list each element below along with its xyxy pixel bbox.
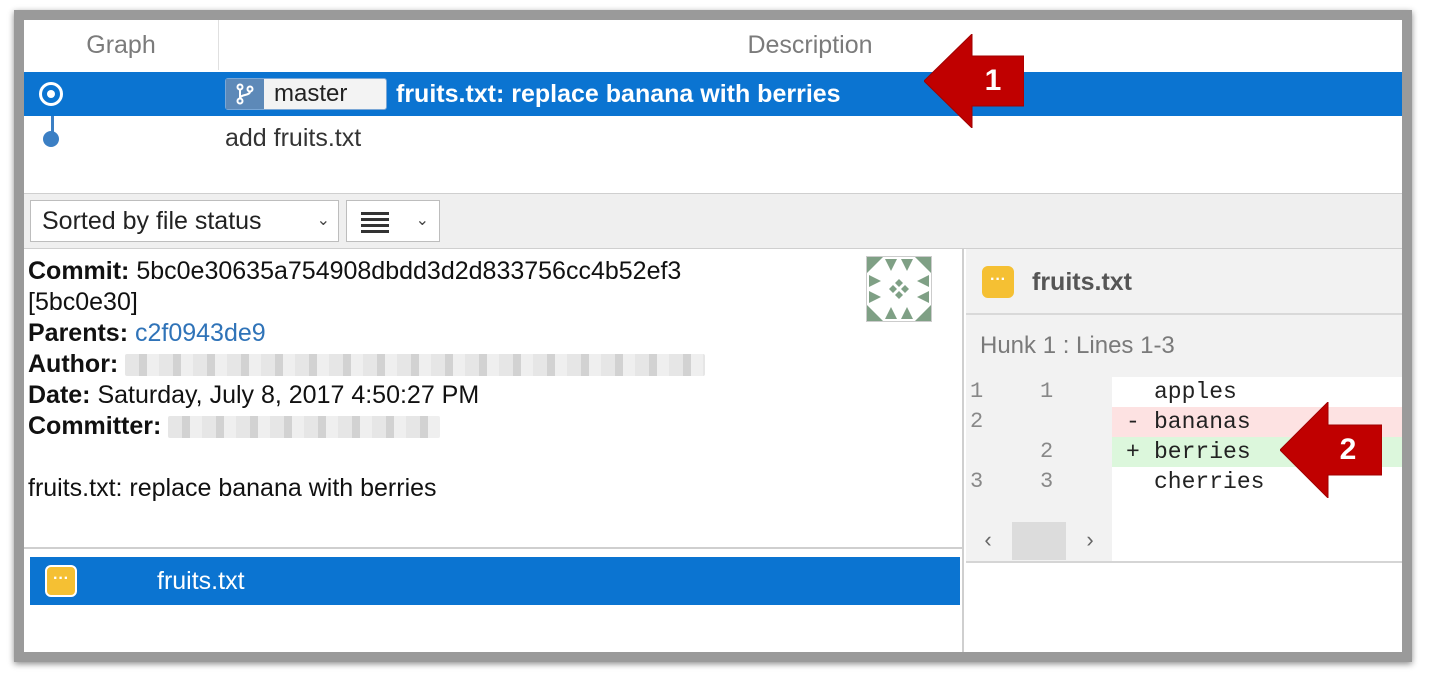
view-mode-dropdown[interactable]: ⌄ [346, 200, 440, 242]
hunk-label: Hunk 1 : Lines 1-3 [980, 332, 1175, 359]
line-number-gutter: 1 1 2 2 3 3 ‹ › [966, 377, 1113, 561]
chevron-down-icon: ⌄ [316, 212, 330, 229]
new-line-number: 2 [1040, 439, 1054, 464]
branch-icon [226, 79, 264, 109]
callout-number: 1 [984, 64, 1002, 97]
commit-line: Commit: 5bc0e30635a754908dbdd3d2d833756c… [28, 257, 681, 286]
author-redacted [125, 354, 706, 377]
branch-name: master [274, 80, 348, 107]
author-avatar [866, 256, 932, 322]
committer-label: Committer: [28, 412, 162, 440]
file-row-selected[interactable]: ··· fruits.txt [30, 557, 960, 605]
file-name: fruits.txt [157, 567, 245, 595]
sort-label: Sorted by file status [42, 207, 262, 235]
parents-label: Parents: [28, 319, 129, 347]
graph-head-node-icon [39, 82, 63, 106]
callout-2: 2 [1280, 402, 1382, 498]
new-line-number: 3 [1040, 469, 1054, 494]
hunk-header: Hunk 1 : Lines 1-3 [966, 315, 1402, 377]
parents-line: Parents: c2f0943de9 [28, 319, 266, 348]
commit-label: Commit: [28, 257, 130, 285]
callout-number: 2 [1339, 433, 1357, 466]
window-frame: Graph Description master fruits.txt: rep… [14, 10, 1412, 662]
commit-full-message: fruits.txt: replace banana with berries [28, 474, 437, 502]
commit-short-hash: [5bc0e30] [28, 288, 138, 316]
author-line: Author: [28, 350, 706, 379]
app-content: Graph Description master fruits.txt: rep… [24, 20, 1402, 652]
author-label: Author: [28, 350, 119, 378]
modified-icon: ··· [982, 266, 1014, 298]
old-line-number: 2 [970, 409, 984, 434]
modified-icon: ··· [45, 565, 77, 597]
diff-prefix: - [1126, 409, 1140, 435]
diff-text: berries [1154, 439, 1251, 465]
commit-row-selected[interactable]: master fruits.txt: replace banana with b… [24, 72, 1402, 116]
diff-prefix [1126, 377, 1140, 407]
graph-node-icon [43, 131, 59, 147]
diff-file-name: fruits.txt [1032, 268, 1132, 296]
committer-redacted [168, 416, 441, 439]
parent-commit-link[interactable]: c2f0943de9 [135, 319, 266, 347]
description-column-header[interactable]: Description [218, 20, 1402, 70]
old-line-number: 3 [970, 469, 984, 494]
diff-text: bananas [1154, 409, 1251, 435]
old-line-number: 1 [970, 379, 984, 404]
date-line: Date: Saturday, July 8, 2017 4:50:27 PM [28, 381, 479, 410]
list-icon [361, 211, 389, 238]
date-value: Saturday, July 8, 2017 4:50:27 PM [97, 381, 480, 409]
commit-message: fruits.txt: replace banana with berries [396, 80, 841, 108]
diff-divider [966, 561, 1402, 563]
graph-column-header[interactable]: Graph [24, 20, 219, 70]
commit-hash: 5bc0e30635a754908dbdd3d2d833756cc4b52ef3 [136, 257, 682, 285]
scroll-right-button[interactable]: › [1068, 519, 1112, 561]
commit-row[interactable]: add fruits.txt [24, 116, 1402, 160]
diff-file-header: ··· fruits.txt [966, 249, 1402, 315]
diff-prefix: + [1126, 439, 1140, 465]
commit-details-panel: Commit: 5bc0e30635a754908dbdd3d2d833756c… [24, 249, 964, 547]
changed-files-list: ··· fruits.txt [24, 547, 964, 652]
diff-text: cherries [1154, 469, 1265, 495]
new-line-number: 1 [1040, 379, 1054, 404]
scroll-left-button[interactable]: ‹ [966, 519, 1010, 561]
scroll-thumb[interactable] [1012, 522, 1066, 560]
branch-badge[interactable]: master [225, 78, 387, 110]
committer-line: Committer: [28, 412, 441, 441]
chevron-down-icon: ⌄ [415, 212, 429, 229]
sort-dropdown[interactable]: Sorted by file status ⌄ [30, 200, 339, 242]
date-label: Date: [28, 381, 91, 409]
commit-list-header: Graph Description [24, 20, 1402, 73]
file-toolbar: Sorted by file status ⌄ ⌄ [24, 193, 1402, 249]
diff-prefix [1126, 467, 1140, 497]
horizontal-scrollbar[interactable]: ‹ › [966, 519, 1112, 561]
callout-1: 1 [924, 34, 1024, 128]
diff-text: apples [1154, 379, 1237, 405]
commit-message: add fruits.txt [225, 124, 362, 152]
